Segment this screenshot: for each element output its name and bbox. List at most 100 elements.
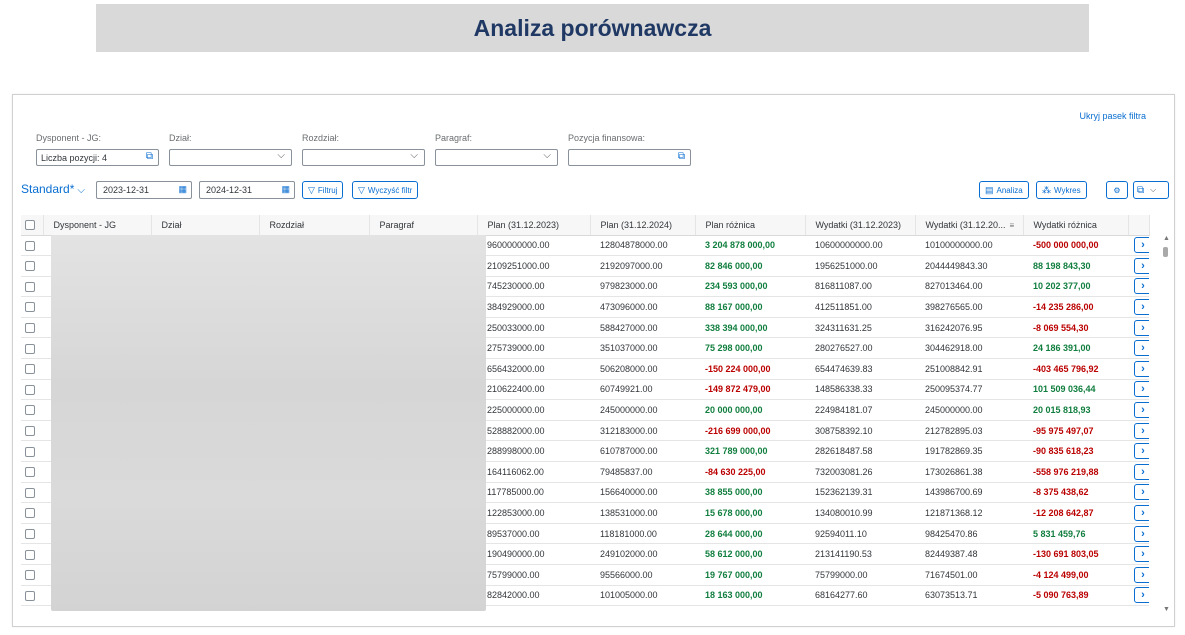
row-nav-cell[interactable]: › [1128,482,1149,504]
row-nav-cell[interactable]: › [1128,317,1149,339]
row-select-cell[interactable] [21,502,43,524]
row-checkbox[interactable] [25,570,35,581]
row-nav-cell[interactable]: › [1128,440,1149,463]
col-header-sorted[interactable]: Wydatki (31.12.20... ≡ [915,215,1024,236]
col-header[interactable]: Paragraf [369,215,478,236]
select-all-cell[interactable] [21,215,44,236]
variant-selector[interactable]: Standard* ⌵ [21,182,85,196]
analysis-button[interactable]: ▤ Analiza [979,181,1029,199]
col-header[interactable]: Plan (31.12.2024) [590,215,696,236]
value-help-icon[interactable]: ⧉ [678,151,685,162]
row-select-cell[interactable] [21,358,43,380]
row-select-cell[interactable] [21,585,43,607]
row-select-cell[interactable] [21,317,43,339]
row-checkbox[interactable] [25,384,35,395]
chevron-right-icon[interactable]: › [1134,299,1149,316]
rozdzial-select[interactable]: ⌵ [302,149,425,166]
row-checkbox[interactable] [25,549,35,560]
col-header[interactable]: Dysponent - JG [43,215,152,236]
row-nav-cell[interactable]: › [1128,399,1149,421]
row-checkbox[interactable] [25,425,35,436]
row-select-cell[interactable] [21,461,43,483]
row-select-cell[interactable] [21,255,43,277]
row-select-cell[interactable] [21,564,43,586]
row-select-cell[interactable] [21,235,43,257]
export-button[interactable]: ⧉ ⌵ [1133,181,1169,199]
chevron-right-icon[interactable]: › [1134,484,1149,501]
row-checkbox[interactable] [25,240,35,251]
row-select-cell[interactable] [21,543,43,565]
row-checkbox[interactable] [25,364,35,375]
row-checkbox[interactable] [25,261,35,272]
row-checkbox[interactable] [25,446,35,457]
row-nav-cell[interactable]: › [1128,379,1149,401]
filter-button[interactable]: ▽ Filtruj [302,181,344,199]
dzial-select[interactable]: ⌵ [169,149,292,166]
paragraf-select[interactable]: ⌵ [435,149,558,166]
pozycja-input[interactable]: ⧉ [568,149,691,166]
select-all-checkbox[interactable] [25,220,35,231]
chevron-right-icon[interactable]: › [1134,381,1149,398]
row-checkbox[interactable] [25,343,35,354]
chart-button[interactable]: ⁂ Wykres [1036,181,1087,199]
row-nav-cell[interactable]: › [1128,543,1149,565]
hide-filter-bar-link[interactable]: Ukryj pasek filtra [1079,111,1146,121]
chevron-right-icon[interactable]: › [1134,278,1149,295]
row-select-cell[interactable] [21,337,43,360]
row-checkbox[interactable] [25,508,35,519]
row-nav-cell[interactable]: › [1128,585,1149,607]
scroll-down-icon[interactable]: ▼ [1163,606,1170,613]
value-help-icon[interactable]: ⧉ [146,151,153,162]
scroll-thumb[interactable] [1163,247,1168,257]
col-header[interactable]: Dział [151,215,260,236]
row-nav-cell[interactable]: › [1128,420,1149,442]
row-select-cell[interactable] [21,399,43,421]
clear-filter-button[interactable]: ▽ Wyczyść filtr [352,181,419,199]
row-nav-cell[interactable]: › [1128,235,1149,257]
chevron-right-icon[interactable]: › [1134,319,1149,336]
row-nav-cell[interactable]: › [1128,564,1149,586]
row-checkbox[interactable] [25,302,35,313]
chevron-right-icon[interactable]: › [1134,587,1149,604]
vertical-scrollbar[interactable]: ▲ ▼ [1161,235,1171,613]
col-header[interactable]: Plan (31.12.2023) [477,215,591,236]
row-select-cell[interactable] [21,523,43,545]
row-select-cell[interactable] [21,296,43,318]
chevron-right-icon[interactable]: › [1134,443,1149,460]
row-checkbox[interactable] [25,281,35,292]
col-header[interactable]: Wydatki różnica [1023,215,1129,236]
row-nav-cell[interactable]: › [1128,255,1149,277]
row-select-cell[interactable] [21,276,43,298]
chevron-right-icon[interactable]: › [1134,340,1149,357]
row-nav-cell[interactable]: › [1128,296,1149,318]
chevron-right-icon[interactable]: › [1134,257,1149,274]
row-nav-cell[interactable]: › [1128,523,1149,545]
row-select-cell[interactable] [21,379,43,401]
calendar-icon[interactable]: ▦ [281,184,290,195]
row-nav-cell[interactable]: › [1128,358,1149,380]
row-checkbox[interactable] [25,405,35,416]
row-checkbox[interactable] [25,528,35,539]
chevron-right-icon[interactable]: › [1134,422,1149,439]
row-nav-cell[interactable]: › [1128,337,1149,360]
chevron-right-icon[interactable]: › [1134,546,1149,563]
chevron-right-icon[interactable]: › [1134,402,1149,419]
chevron-right-icon[interactable]: › [1134,525,1149,542]
chevron-right-icon[interactable]: › [1134,463,1149,480]
row-nav-cell[interactable]: › [1128,276,1149,298]
row-select-cell[interactable] [21,482,43,504]
row-nav-cell[interactable]: › [1128,502,1149,524]
col-header[interactable]: Wydatki (31.12.2023) [805,215,916,236]
scroll-up-icon[interactable]: ▲ [1163,235,1170,242]
dysponent-input[interactable]: Liczba pozycji: 4 ⧉ [36,149,159,166]
row-select-cell[interactable] [21,440,43,463]
chevron-right-icon[interactable]: › [1134,505,1149,522]
row-nav-cell[interactable]: › [1128,461,1149,483]
row-checkbox[interactable] [25,590,35,601]
row-checkbox[interactable] [25,322,35,333]
row-checkbox[interactable] [25,487,35,498]
row-checkbox[interactable] [25,467,35,478]
date-to-input[interactable]: 2024-12-31 ▦ [199,181,295,199]
col-header[interactable]: Rozdział [259,215,370,236]
settings-button[interactable]: ⚙ [1106,181,1128,199]
